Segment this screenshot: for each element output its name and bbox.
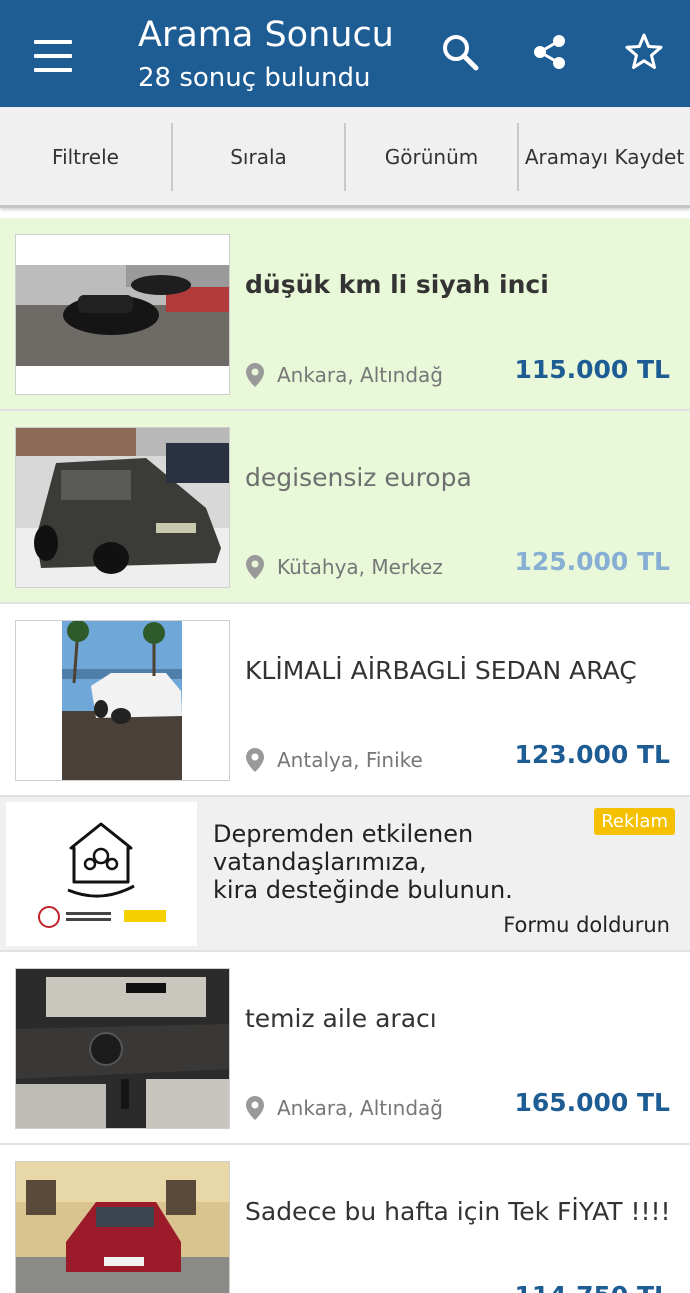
ad-badge: Reklam [594,808,675,835]
result-count: 28 sonuç bulundu [138,63,371,93]
list-item[interactable]: Sadece bu hafta için Tek FİYAT !!!! 114.… [0,1145,690,1293]
filter-button[interactable]: Filtrele [0,123,171,191]
location-pin-icon [246,748,264,772]
location-text: Kütahya, Merkez [277,555,443,579]
listing-title: KLİMALİ AİRBAGLİ SEDAN ARAÇ [245,656,637,685]
star-icon[interactable] [624,32,664,72]
listing-photo [15,620,230,781]
action-toolbar: Filtrele Sırala Görünüm Aramayı Kaydet [0,107,690,208]
listing-title: degisensiz europa [245,463,472,492]
location-pin-icon [246,363,264,387]
listing-title: temiz aile aracı [245,1004,437,1033]
listing-location: Kütahya, Merkez [245,554,443,580]
listing-price: 123.000 TL [514,740,670,769]
page-title: Arama Sonucu [138,15,394,55]
listing-photo [15,1161,230,1293]
listing-location: Ankara, Altındağ [245,1095,443,1121]
ad-text-line-1: Depremden etkilenen [213,820,474,848]
view-button[interactable]: Görünüm [346,123,517,191]
ad-banner[interactable]: Depremden etkilenen vatandaşlarımıza, ki… [0,797,690,952]
listing-location: Antalya, Finike [245,747,423,773]
list-item[interactable]: KLİMALİ AİRBAGLİ SEDAN ARAÇ Antalya, Fin… [0,604,690,797]
list-item[interactable]: temiz aile aracı Ankara, Altındağ 165.00… [0,952,690,1145]
listing-price: 115.000 TL [514,355,670,384]
location-text: Ankara, Altındağ [277,363,443,387]
location-pin-icon [246,1096,264,1120]
listing-price: 114.750 TL [514,1281,670,1293]
location-pin-icon [246,555,264,579]
ad-image [6,802,197,946]
listing-photo [15,427,230,588]
listing-title: Sadece bu hafta için Tek FİYAT !!!! [245,1197,671,1226]
ad-text-line-2: vatandaşlarımıza, [213,848,427,876]
list-item[interactable]: degisensiz europa Kütahya, Merkez 125.00… [0,411,690,604]
location-text: Antalya, Finike [277,748,423,772]
ad-text-line-3: kira desteğinde bulunun. [213,876,513,904]
search-icon[interactable] [440,32,480,72]
listing-price: 165.000 TL [514,1088,670,1117]
ad-cta-link[interactable]: Formu doldurun [503,913,670,937]
save-search-button[interactable]: Aramayı Kaydet [519,123,690,191]
listing-photo [15,234,230,395]
listing-title: düşük km li siyah inci [245,270,549,299]
share-icon[interactable] [530,32,570,72]
menu-icon[interactable] [34,40,72,72]
listing-location: Ankara, Altındağ [245,362,443,388]
listing-price: 125.000 TL [514,547,670,576]
app-bar: Arama Sonucu 28 sonuç bulundu [0,0,690,107]
sort-button[interactable]: Sırala [173,123,344,191]
location-text: Ankara, Altındağ [277,1096,443,1120]
listing-photo [15,968,230,1129]
list-item[interactable]: düşük km li siyah inci Ankara, Altındağ … [0,218,690,411]
